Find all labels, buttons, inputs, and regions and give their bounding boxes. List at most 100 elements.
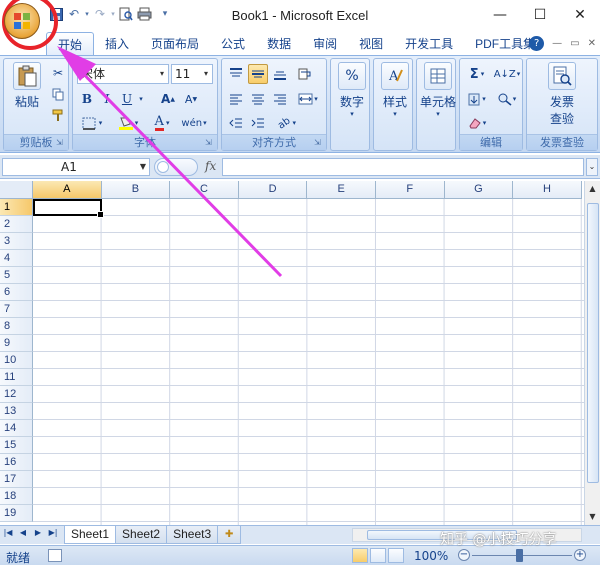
copy-icon[interactable] [49, 84, 67, 104]
cut-icon[interactable]: ✂ [49, 63, 67, 83]
row-header-6[interactable]: 6 [0, 284, 33, 301]
tab-data[interactable]: 数据 [256, 32, 302, 55]
borders-icon[interactable]: ▾ [78, 113, 106, 133]
font-name-dropdown-icon[interactable]: ▾ [156, 65, 168, 83]
format-painter-icon[interactable] [49, 105, 67, 125]
row-header-10[interactable]: 10 [0, 352, 33, 369]
align-top-icon[interactable] [226, 64, 246, 84]
insert-function-icon[interactable]: fx [205, 159, 216, 173]
tab-developer[interactable]: 开发工具 [394, 32, 464, 55]
close-button[interactable]: ✕ [560, 0, 600, 30]
sort-filter-icon[interactable]: A↓Z ▾ [493, 64, 521, 84]
column-header-c[interactable]: C [170, 181, 239, 199]
decrease-indent-icon[interactable] [226, 113, 246, 133]
help-icon[interactable]: ? [529, 36, 545, 51]
autosum-icon[interactable]: Σ ▾ [463, 64, 491, 84]
row-header-14[interactable]: 14 [0, 420, 33, 437]
align-left-icon[interactable] [226, 89, 246, 109]
formula-splitter-handle[interactable] [154, 158, 198, 176]
prev-sheet-icon[interactable]: ◀ [17, 528, 29, 537]
row-header-8[interactable]: 8 [0, 318, 33, 335]
increase-indent-icon[interactable] [248, 113, 268, 133]
tab-page-layout[interactable]: 页面布局 [140, 32, 210, 55]
row-header-3[interactable]: 3 [0, 233, 33, 250]
tab-review[interactable]: 审阅 [302, 32, 348, 55]
tab-home[interactable]: 开始 [46, 32, 95, 55]
workbook-minimize-icon[interactable]: — [552, 38, 562, 49]
workbook-close-icon[interactable]: ✕ [588, 38, 596, 49]
last-sheet-icon[interactable]: ▶| [47, 528, 59, 537]
column-header-f[interactable]: F [376, 181, 445, 199]
first-sheet-icon[interactable]: |◀ [2, 528, 14, 537]
select-all-corner[interactable] [0, 181, 33, 199]
font-name-combo[interactable]: 宋体 ▾ [77, 64, 169, 84]
column-header-g[interactable]: G [444, 181, 514, 199]
tab-view[interactable]: 视图 [348, 32, 394, 55]
row-header-11[interactable]: 11 [0, 369, 33, 386]
row-header-1[interactable]: 1 [0, 199, 33, 216]
align-center-icon[interactable] [248, 89, 268, 109]
cell-area[interactable] [33, 199, 584, 525]
row-header-5[interactable]: 5 [0, 267, 33, 284]
worksheet-grid[interactable]: ABCDEFGH 1 2 3 4 5 6 7 8 9 10 11 12 13 14 15 16 17 18 19 [0, 181, 584, 525]
zoom-knob[interactable] [516, 549, 523, 562]
font-launcher-icon[interactable]: ⇲ [205, 138, 215, 148]
row-header-16[interactable]: 16 [0, 454, 33, 471]
maximize-button[interactable]: ☐ [520, 0, 560, 30]
zoom-in-icon[interactable]: + [574, 549, 586, 561]
vertical-scroll-thumb[interactable] [587, 203, 599, 483]
grow-font-icon[interactable]: A ▲ [158, 89, 178, 109]
insert-sheet-icon[interactable]: ✚ [217, 526, 242, 544]
zoom-out-icon[interactable]: − [458, 549, 470, 561]
tab-insert[interactable]: 插入 [94, 32, 140, 55]
align-middle-icon[interactable] [248, 64, 268, 84]
page-break-view-icon[interactable] [388, 548, 404, 563]
name-box[interactable]: A1 ▼ [2, 158, 150, 176]
row-header-7[interactable]: 7 [0, 301, 33, 318]
underline-button[interactable]: U [118, 89, 136, 109]
zoom-slider[interactable]: − + [458, 549, 586, 562]
fill-color-icon[interactable]: ▾ [113, 113, 143, 133]
column-header-a[interactable]: A [33, 181, 102, 199]
minimize-button[interactable]: — [480, 0, 520, 30]
column-header-h[interactable]: H [513, 181, 582, 199]
row-header-15[interactable]: 15 [0, 437, 33, 454]
font-size-combo[interactable]: 11 ▾ [171, 64, 213, 84]
clear-icon[interactable]: ▾ [463, 113, 491, 133]
scroll-down-icon[interactable]: ▼ [585, 509, 600, 525]
row-header-4[interactable]: 4 [0, 250, 33, 267]
formula-input[interactable] [222, 158, 584, 176]
shrink-font-icon[interactable]: A ▼ [181, 89, 201, 109]
sheet-tab-sheet2[interactable]: Sheet2 [115, 526, 168, 544]
phonetic-guide-icon[interactable]: wén ▾ [179, 113, 209, 133]
office-button[interactable] [4, 3, 40, 39]
cells-button[interactable]: 单元格 ▾ [417, 62, 459, 118]
vertical-scrollbar[interactable]: ▲ ▼ [584, 181, 600, 525]
zoom-level[interactable]: 100% [414, 549, 448, 563]
clipboard-launcher-icon[interactable]: ⇲ [56, 138, 66, 148]
align-right-icon[interactable] [270, 89, 290, 109]
merge-center-icon[interactable]: ▾ [294, 89, 322, 109]
invoice-check-button[interactable]: 发票 查验 [541, 62, 583, 127]
active-cell-a1[interactable] [33, 199, 104, 218]
row-header-2[interactable]: 2 [0, 216, 33, 233]
find-select-icon[interactable]: ▾ [493, 89, 521, 109]
column-header-e[interactable]: E [307, 181, 376, 199]
paste-button[interactable]: 粘贴 [6, 62, 48, 110]
column-header-b[interactable]: B [101, 181, 171, 199]
font-color-icon[interactable]: A ▾ [148, 113, 176, 133]
row-header-19[interactable]: 19 [0, 505, 33, 522]
font-size-dropdown-icon[interactable]: ▾ [200, 65, 212, 83]
bold-button[interactable]: B [78, 89, 96, 109]
record-macro-icon[interactable] [48, 549, 62, 562]
row-header-17[interactable]: 17 [0, 471, 33, 488]
workbook-restore-icon[interactable]: ▭ [570, 38, 579, 49]
row-header-9[interactable]: 9 [0, 335, 33, 352]
italic-button[interactable]: I [98, 89, 116, 109]
wrap-text-icon[interactable] [294, 64, 316, 84]
orientation-icon[interactable]: ab ▾ [272, 113, 302, 133]
column-header-d[interactable]: D [238, 181, 308, 199]
row-header-18[interactable]: 18 [0, 488, 33, 505]
tab-formulas[interactable]: 公式 [210, 32, 256, 55]
alignment-launcher-icon[interactable]: ⇲ [314, 138, 324, 148]
